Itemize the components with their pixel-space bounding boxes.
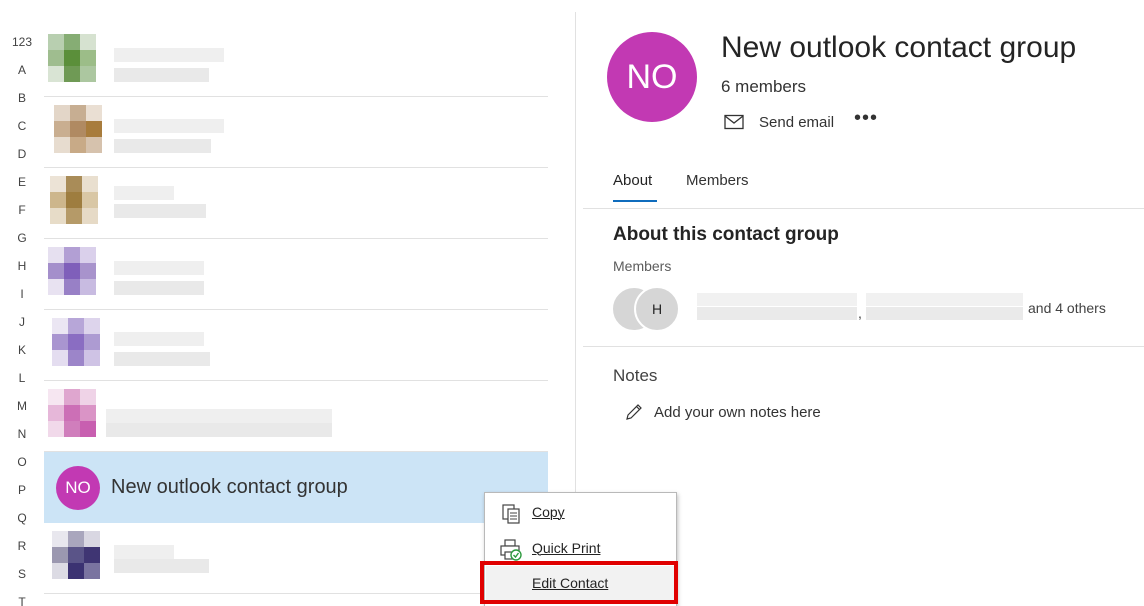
contact-row[interactable]: [44, 168, 548, 239]
contact-row[interactable]: [44, 523, 548, 594]
alpha-index-letter[interactable]: M: [0, 392, 44, 420]
tab-about[interactable]: About: [613, 172, 652, 189]
alpha-index-letter[interactable]: E: [0, 168, 44, 196]
alpha-index-letter[interactable]: N: [0, 420, 44, 448]
group-avatar-large: NO: [607, 32, 697, 122]
alpha-index-letter[interactable]: D: [0, 140, 44, 168]
group-avatar: NO: [56, 466, 100, 510]
add-notes-button[interactable]: Add your own notes here: [624, 402, 821, 422]
tab-members[interactable]: Members: [686, 172, 749, 189]
group-title: New outlook contact group: [721, 31, 1077, 64]
alpha-index-letter[interactable]: G: [0, 224, 44, 252]
mail-icon: [724, 114, 744, 130]
send-email-button[interactable]: Send email: [724, 110, 834, 134]
contact-row[interactable]: [44, 310, 548, 381]
copy-icon: [502, 504, 520, 524]
contact-photo: [48, 531, 102, 585]
add-notes-label: Add your own notes here: [654, 403, 821, 421]
alpha-index-letter[interactable]: O: [0, 448, 44, 476]
contact-photo: [48, 247, 102, 301]
menu-item-copy[interactable]: Copy: [486, 495, 676, 529]
contacts-app: 123 A B C D E F G H I J K L M N O P Q R S T: [0, 0, 1144, 606]
member-name[interactable]: [866, 293, 1023, 306]
menu-item-quick-print[interactable]: Quick Print: [486, 531, 676, 565]
active-tab-indicator: [613, 200, 657, 202]
alpha-index-letter[interactable]: L: [0, 364, 44, 392]
contact-photo: [48, 318, 102, 372]
contact-photo: [48, 176, 102, 230]
notes-label: Notes: [613, 366, 658, 385]
alpha-index-letter[interactable]: J: [0, 308, 44, 336]
alpha-index-letter[interactable]: F: [0, 196, 44, 224]
separator-comma: ,: [858, 305, 862, 321]
contact-row[interactable]: [44, 239, 548, 310]
member-name: [866, 307, 1023, 320]
alpha-index-letter[interactable]: 123: [0, 28, 44, 56]
contact-list: NO New outlook contact group: [44, 26, 548, 594]
alpha-index-letter[interactable]: C: [0, 112, 44, 140]
alpha-index-letter[interactable]: I: [0, 280, 44, 308]
contact-photo: [48, 34, 102, 88]
alpha-index-letter[interactable]: S: [0, 560, 44, 588]
alpha-index-letter[interactable]: A: [0, 56, 44, 84]
contact-name: New outlook contact group: [111, 476, 348, 498]
member-name[interactable]: [697, 293, 857, 306]
contact-photo: [48, 105, 102, 159]
contact-row[interactable]: [44, 26, 548, 97]
menu-item-label: Copy: [532, 504, 565, 520]
alpha-index-letter[interactable]: T: [0, 588, 44, 606]
alpha-index-letter[interactable]: R: [0, 532, 44, 560]
alpha-index-letter[interactable]: Q: [0, 504, 44, 532]
contact-row[interactable]: [44, 381, 548, 452]
member-avatar[interactable]: H: [634, 286, 680, 332]
pencil-icon: [626, 404, 642, 420]
alphabet-index: 123 A B C D E F G H I J K L M N O P Q R S T: [0, 28, 44, 606]
alpha-index-letter[interactable]: H: [0, 252, 44, 280]
highlight-box: [480, 561, 678, 604]
menu-item-label: Quick Print: [532, 540, 601, 556]
contact-row-selected[interactable]: NO New outlook contact group: [44, 452, 548, 523]
member-name: [697, 307, 857, 320]
quick-print-icon: [500, 539, 522, 561]
section-title: About this contact group: [613, 224, 839, 245]
alpha-index-letter[interactable]: K: [0, 336, 44, 364]
contact-row[interactable]: [44, 97, 548, 168]
alpha-index-letter[interactable]: P: [0, 476, 44, 504]
members-label: Members: [613, 258, 672, 274]
alpha-index-letter[interactable]: B: [0, 84, 44, 112]
and-others-link[interactable]: and 4 others: [1028, 300, 1106, 316]
more-options-button[interactable]: •••: [853, 108, 879, 132]
section-divider: [583, 346, 1144, 347]
send-email-label: Send email: [759, 113, 835, 131]
tabs-divider: [583, 208, 1144, 209]
members-count: 6 members: [721, 77, 807, 96]
contact-photo: [48, 389, 102, 443]
